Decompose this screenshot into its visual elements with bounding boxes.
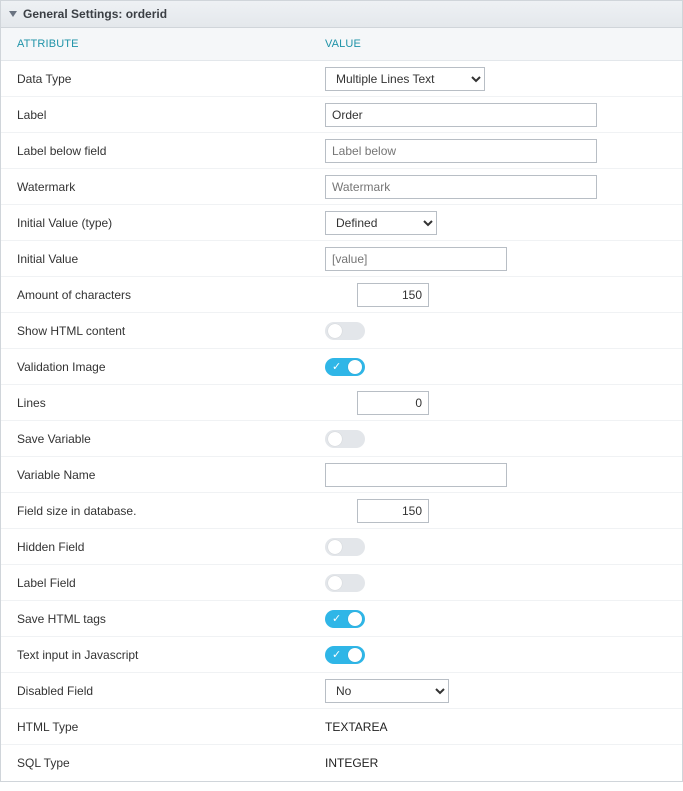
toggle-knob xyxy=(348,612,362,626)
initial-value-input[interactable] xyxy=(325,247,507,271)
initial-value-type-select[interactable]: Defined xyxy=(325,211,437,235)
validation-image-toggle[interactable]: ✓ xyxy=(325,358,365,376)
show-html-toggle[interactable]: ✓ xyxy=(325,322,365,340)
row-save-variable: Save Variable ✓ xyxy=(1,421,682,457)
toggle-knob xyxy=(328,324,342,338)
data-type-select[interactable]: Multiple Lines Text xyxy=(325,67,485,91)
row-save-html-tags: Save HTML tags ✓ xyxy=(1,601,682,637)
toggle-knob xyxy=(328,540,342,554)
attr-label: Lines xyxy=(1,396,313,410)
attr-label: Data Type xyxy=(1,72,313,86)
attr-label: Label xyxy=(1,108,313,122)
disabled-field-select[interactable]: No xyxy=(325,679,449,703)
panel-title: General Settings: orderid xyxy=(23,7,167,21)
attr-label: Show HTML content xyxy=(1,324,313,338)
check-icon: ✓ xyxy=(332,360,341,374)
watermark-input[interactable] xyxy=(325,175,597,199)
attr-label: Save Variable xyxy=(1,432,313,446)
check-icon: ✓ xyxy=(332,648,341,662)
row-watermark: Watermark xyxy=(1,169,682,205)
row-initial-value: Initial Value xyxy=(1,241,682,277)
toggle-knob xyxy=(328,576,342,590)
header-value: Value xyxy=(313,38,682,50)
row-show-html: Show HTML content ✓ xyxy=(1,313,682,349)
row-label: Label xyxy=(1,97,682,133)
attr-label: Watermark xyxy=(1,180,313,194)
toggle-knob xyxy=(348,648,362,662)
row-field-size-db: Field size in database. xyxy=(1,493,682,529)
save-html-tags-toggle[interactable]: ✓ xyxy=(325,610,365,628)
row-amount-chars: Amount of characters xyxy=(1,277,682,313)
row-html-type: HTML Type TEXTAREA xyxy=(1,709,682,745)
row-label-below: Label below field xyxy=(1,133,682,169)
row-hidden-field: Hidden Field ✓ xyxy=(1,529,682,565)
toggle-knob xyxy=(328,432,342,446)
field-size-db-input[interactable] xyxy=(357,499,429,523)
attr-label: Amount of characters xyxy=(1,288,313,302)
attr-label: Text input in Javascript xyxy=(1,648,313,662)
amount-chars-input[interactable] xyxy=(357,283,429,307)
row-initial-value-type: Initial Value (type) Defined xyxy=(1,205,682,241)
row-text-input-js: Text input in Javascript ✓ xyxy=(1,637,682,673)
attr-label: Disabled Field xyxy=(1,684,313,698)
attr-label: Validation Image xyxy=(1,360,313,374)
label-below-input[interactable] xyxy=(325,139,597,163)
hidden-field-toggle[interactable]: ✓ xyxy=(325,538,365,556)
panel-header[interactable]: General Settings: orderid xyxy=(1,0,682,28)
attr-label: Label Field xyxy=(1,576,313,590)
save-variable-toggle[interactable]: ✓ xyxy=(325,430,365,448)
toggle-knob xyxy=(348,360,362,374)
row-data-type: Data Type Multiple Lines Text xyxy=(1,61,682,97)
attr-label: Variable Name xyxy=(1,468,313,482)
label-input[interactable] xyxy=(325,103,597,127)
row-disabled-field: Disabled Field No xyxy=(1,673,682,709)
attr-label: Save HTML tags xyxy=(1,612,313,626)
attr-label: HTML Type xyxy=(1,720,313,734)
attr-label: Field size in database. xyxy=(1,504,313,518)
attr-label: SQL Type xyxy=(1,756,313,770)
html-type-value: TEXTAREA xyxy=(325,720,387,734)
row-lines: Lines xyxy=(1,385,682,421)
column-headers: Attribute Value xyxy=(1,28,682,61)
attr-label: Initial Value (type) xyxy=(1,216,313,230)
row-variable-name: Variable Name xyxy=(1,457,682,493)
attr-label: Initial Value xyxy=(1,252,313,266)
lines-input[interactable] xyxy=(357,391,429,415)
label-field-toggle[interactable]: ✓ xyxy=(325,574,365,592)
row-label-field: Label Field ✓ xyxy=(1,565,682,601)
sql-type-value: INTEGER xyxy=(325,756,378,770)
row-sql-type: SQL Type INTEGER xyxy=(1,745,682,781)
header-attribute: Attribute xyxy=(1,38,313,50)
attr-label: Label below field xyxy=(1,144,313,158)
settings-panel: General Settings: orderid Attribute Valu… xyxy=(0,0,683,782)
collapse-icon xyxy=(9,11,17,17)
check-icon: ✓ xyxy=(332,612,341,626)
attr-label: Hidden Field xyxy=(1,540,313,554)
variable-name-input[interactable] xyxy=(325,463,507,487)
text-input-js-toggle[interactable]: ✓ xyxy=(325,646,365,664)
row-validation-image: Validation Image ✓ xyxy=(1,349,682,385)
